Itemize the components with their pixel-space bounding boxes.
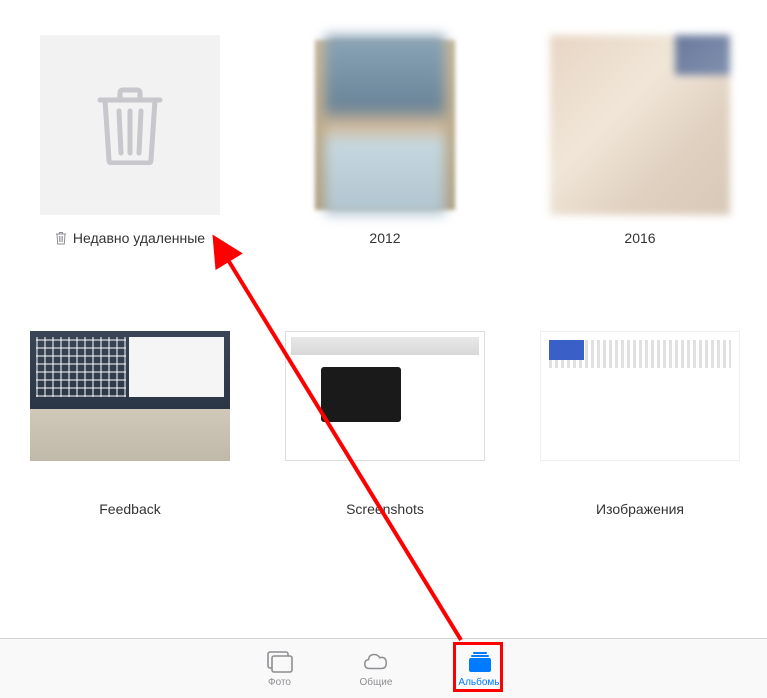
album-thumb-2012 (295, 35, 475, 215)
tab-shared[interactable]: Общие (352, 646, 401, 692)
album-thumb-deleted (40, 35, 220, 215)
album-recently-deleted[interactable]: Недавно удаленные (30, 35, 230, 246)
album-thumb-images (540, 331, 740, 461)
album-thumb-feedback (30, 331, 230, 461)
album-label-row: Изображения (596, 501, 684, 517)
album-label: 2016 (624, 230, 655, 246)
tab-albums[interactable]: Альбомы (450, 646, 509, 692)
album-label: Screenshots (346, 501, 424, 517)
tab-bar: Фото Общие Альбомы (0, 638, 767, 698)
albums-icon (466, 650, 494, 674)
album-feedback[interactable]: Feedback (30, 306, 230, 517)
album-grid: Недавно удаленные 2012 2016 Feedback (30, 35, 737, 517)
album-label: Feedback (99, 501, 160, 517)
albums-content: Недавно удаленные 2012 2016 Feedback (0, 0, 767, 638)
album-label-row: Недавно удаленные (55, 230, 205, 246)
tab-photos[interactable]: Фото (258, 646, 302, 692)
album-label: Изображения (596, 501, 684, 517)
trash-icon (95, 85, 165, 165)
album-images[interactable]: Изображения (540, 306, 740, 517)
album-2012[interactable]: 2012 (285, 35, 485, 246)
album-2016[interactable]: 2016 (540, 35, 740, 246)
tab-label: Альбомы (458, 677, 501, 688)
album-thumb-2016 (550, 35, 730, 215)
album-label-row: 2016 (624, 230, 655, 246)
album-screenshots[interactable]: Screenshots (285, 306, 485, 517)
album-label-row: Screenshots (346, 501, 424, 517)
album-thumb-screenshots (285, 331, 485, 461)
cloud-icon (362, 650, 390, 674)
photos-icon (266, 650, 294, 674)
trash-mini-icon (55, 231, 67, 245)
tab-label: Общие (360, 677, 393, 688)
album-label-row: Feedback (99, 501, 160, 517)
tab-label: Фото (268, 677, 291, 688)
album-label: Недавно удаленные (73, 230, 205, 246)
album-label-row: 2012 (369, 230, 400, 246)
album-label: 2012 (369, 230, 400, 246)
